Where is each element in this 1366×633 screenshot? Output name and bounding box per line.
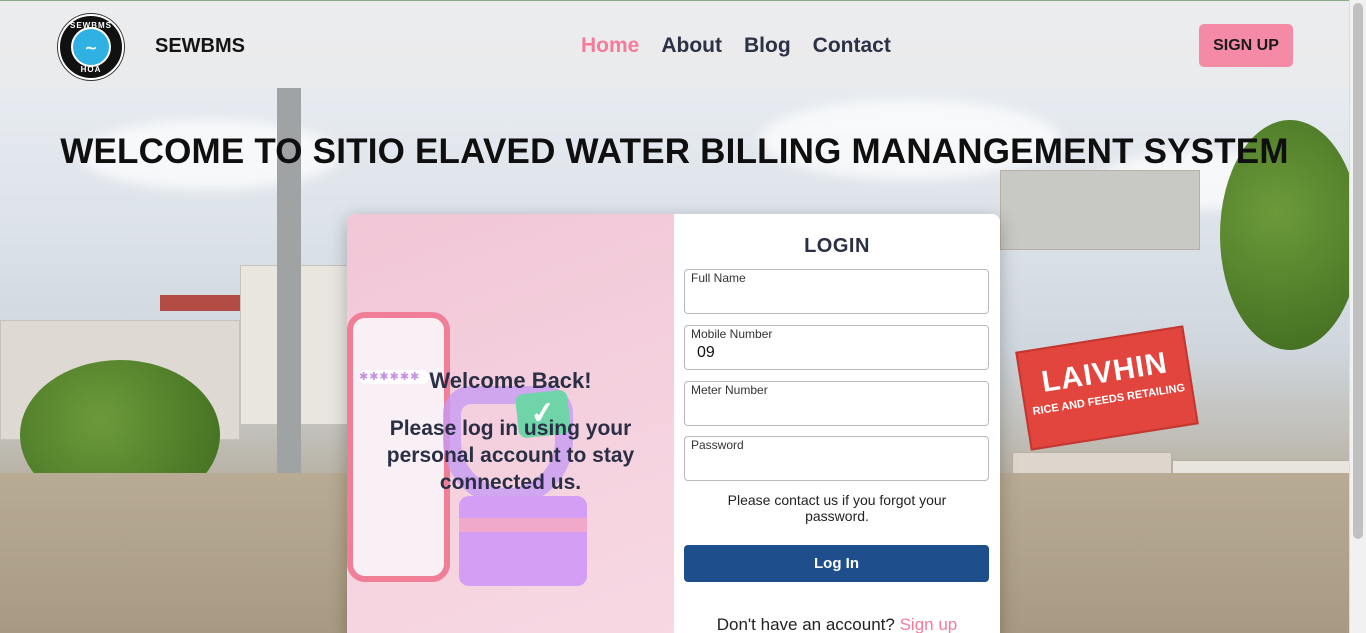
- brand-name[interactable]: SEWBMS: [155, 35, 245, 58]
- login-title: LOGIN: [804, 235, 870, 257]
- login-button[interactable]: Log In: [684, 545, 989, 582]
- login-card: ✱✱✱✱✱✱ ✓ Welcome Back! Please log in usi…: [347, 214, 1000, 633]
- logo-top-text: SEWBMS: [70, 21, 112, 30]
- no-account-text: Don't have an account?: [716, 615, 895, 633]
- nav-home-link[interactable]: Home: [581, 34, 639, 58]
- water-drop-icon: ~: [71, 27, 111, 67]
- nav-links: Home About Blog Contact: [581, 34, 913, 58]
- welcome-title: Welcome Back!: [429, 368, 592, 393]
- no-account-prompt: Don't have an account? Sign up: [674, 615, 1000, 633]
- meter-number-field-container: Meter Number: [684, 381, 989, 426]
- page-scrollbar[interactable]: [1349, 0, 1366, 633]
- forgot-password-text: Please contact us if you forgot your pas…: [727, 492, 947, 524]
- welcome-text: Welcome Back! Please log in using your p…: [347, 367, 674, 496]
- logo-bottom-text: HOA: [80, 65, 102, 74]
- full-name-field-container: Full Name: [684, 269, 989, 314]
- meter-number-input[interactable]: [686, 395, 987, 423]
- page-title: WELCOME TO SITIO ELAVED WATER BILLING MA…: [60, 132, 1289, 171]
- full-name-input[interactable]: [686, 283, 987, 311]
- login-form: LOGIN Full Name Mobile Number Meter Numb…: [674, 214, 1000, 633]
- mobile-number-field-container: Mobile Number: [684, 325, 989, 370]
- nav-contact-link[interactable]: Contact: [813, 34, 891, 58]
- navbar: SEWBMS ~ HOA SEWBMS Home About Blog Cont…: [0, 0, 1349, 88]
- welcome-message: Please log in using your personal accoun…: [386, 417, 635, 494]
- signup-button[interactable]: SIGN UP: [1199, 24, 1293, 67]
- nav-blog-link[interactable]: Blog: [744, 34, 791, 58]
- mobile-number-input[interactable]: [686, 339, 987, 367]
- signup-link[interactable]: Sign up: [900, 615, 958, 633]
- sewbms-logo[interactable]: SEWBMS ~ HOA: [58, 14, 124, 80]
- welcome-panel: ✱✱✱✱✱✱ ✓ Welcome Back! Please log in usi…: [347, 214, 674, 633]
- nav-about-link[interactable]: About: [661, 34, 722, 58]
- password-input[interactable]: [686, 450, 987, 478]
- scrollbar-thumb[interactable]: [1353, 3, 1363, 539]
- credit-card-icon: [459, 496, 587, 586]
- password-field-container: Password: [684, 436, 989, 481]
